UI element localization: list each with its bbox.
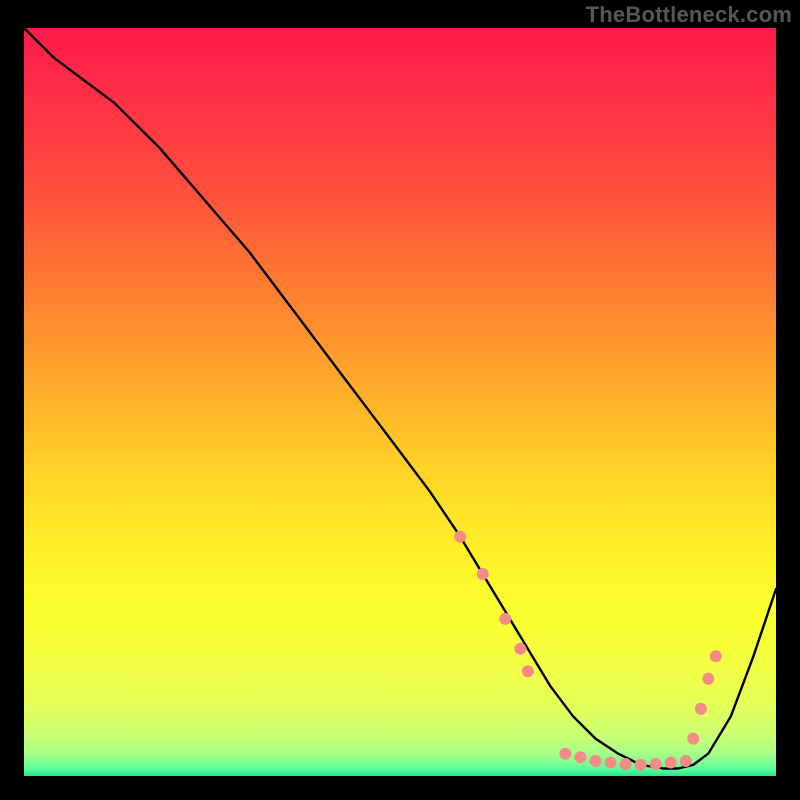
data-marker (695, 703, 707, 715)
data-marker (477, 568, 489, 580)
data-marker (522, 665, 534, 677)
chart-frame: TheBottleneck.com (0, 0, 800, 800)
data-marker (710, 650, 722, 662)
data-marker (702, 673, 714, 685)
data-marker (499, 613, 511, 625)
data-marker (680, 755, 692, 767)
data-marker (454, 531, 466, 543)
data-marker (687, 733, 699, 745)
data-marker (575, 751, 587, 763)
data-marker (620, 758, 632, 770)
markers-group (454, 531, 722, 771)
data-marker (635, 759, 647, 771)
plot-area (24, 28, 776, 776)
data-marker (665, 757, 677, 769)
watermark-text: TheBottleneck.com (586, 2, 792, 28)
data-marker (559, 748, 571, 760)
bottleneck-curve (24, 28, 776, 769)
chart-svg (24, 28, 776, 776)
data-marker (605, 757, 617, 769)
data-marker (650, 758, 662, 770)
data-marker (590, 755, 602, 767)
data-marker (514, 643, 526, 655)
